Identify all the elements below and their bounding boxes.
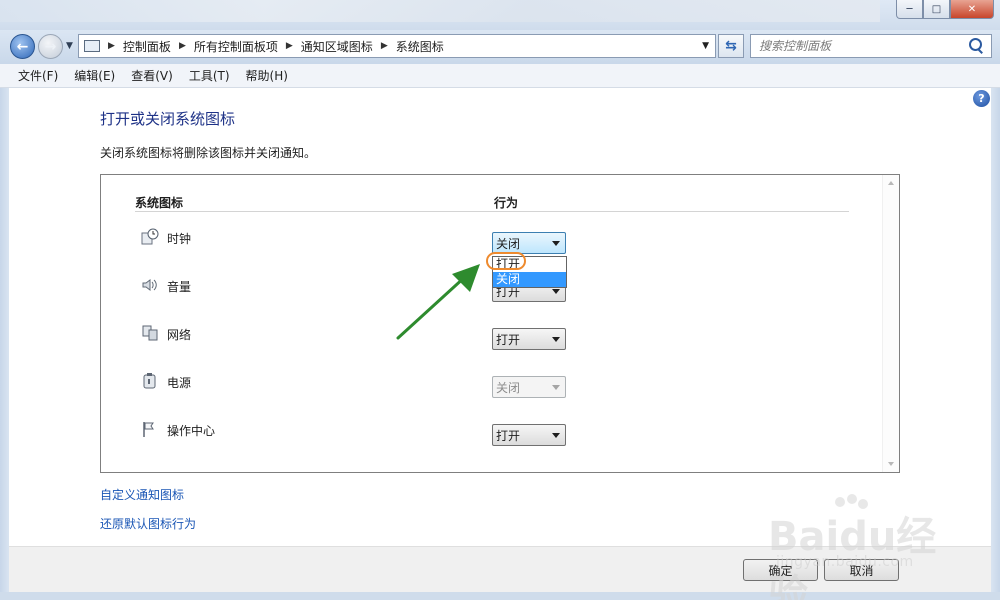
action-center-behavior-value: 打开 [496,428,521,443]
content-area: ? 打开或关闭系统图标 关闭系统图标将删除该图标并关闭通知。 系统图标 行为 时… [9,88,991,546]
search-box[interactable] [750,34,992,58]
chevron-right-icon[interactable]: ▶ [108,41,115,51]
power-behavior-value: 关闭 [496,380,521,395]
window-frame-right [991,88,1000,600]
dropdown-option-off[interactable]: 关闭 [493,272,566,287]
back-arrow-icon: ← [16,38,29,55]
action-center-behavior-select[interactable]: 打开 [492,424,566,446]
chevron-right-icon[interactable]: ▶ [381,41,388,51]
forward-button[interactable]: → [38,34,63,59]
forward-arrow-icon: → [44,38,57,55]
page-title: 打开或关闭系统图标 [100,110,236,128]
recent-pages-dropdown-icon[interactable]: ▼ [66,41,73,51]
help-icon[interactable]: ? [973,90,990,107]
clock-behavior-value: 关闭 [496,236,521,251]
chevron-down-icon [552,433,560,438]
row-label-volume: 音量 [167,280,192,294]
window-controls: ─ □ ✕ [896,0,994,20]
window-frame-left [0,88,9,600]
scroll-up-icon[interactable] [888,181,894,185]
row-label-power: 电源 [167,376,192,390]
system-icons-list: 系统图标 行为 时钟 关闭 音量 打开 网络 打开 电源 关闭 操作中心 打开 … [100,174,900,473]
annotation-highlight-ring [486,252,526,270]
chevron-right-icon[interactable]: ▶ [179,41,186,51]
network-icon [141,324,159,342]
clock-icon [141,228,159,246]
chevron-right-icon[interactable]: ▶ [286,41,293,51]
breadcrumb-control-panel[interactable]: 控制面板 [123,38,171,55]
watermark-url: jingyan.baidu.com [776,554,914,570]
breadcrumb-system-icons[interactable]: 系统图标 [396,38,444,55]
minimize-button[interactable]: ─ [896,0,923,19]
breadcrumb-all-items[interactable]: 所有控制面板项 [194,38,278,55]
title-bar: ─ □ ✕ [0,0,1000,30]
chevron-down-icon [552,337,560,342]
column-header-behavior: 行为 [494,196,519,210]
clock-behavior-select[interactable]: 关闭 [492,232,566,254]
address-dropdown-icon[interactable]: ▼ [702,41,709,51]
restore-default-behavior-link[interactable]: 还原默认图标行为 [100,515,196,532]
control-panel-icon [84,40,100,52]
maximize-button[interactable]: □ [923,0,950,19]
flag-icon [141,420,159,438]
baidu-jingyan-watermark: Baidu经验 jingyan.baidu.com [768,494,948,600]
vertical-scrollbar[interactable] [882,175,899,472]
menu-help[interactable]: 帮助(H) [238,67,296,84]
chevron-down-icon [552,241,560,246]
menu-edit[interactable]: 编辑(E) [66,67,123,84]
scroll-down-icon[interactable] [888,462,894,466]
row-label-clock: 时钟 [167,232,192,246]
navigation-bar: ← → ▼ ▶ 控制面板 ▶ 所有控制面板项 ▶ 通知区域图标 ▶ 系统图标 ▼… [0,30,1000,64]
close-button[interactable]: ✕ [950,0,994,19]
address-bar[interactable]: ▶ 控制面板 ▶ 所有控制面板项 ▶ 通知区域图标 ▶ 系统图标 ▼ [78,34,716,58]
watermark-logo-text: Baidu经验 [768,514,937,600]
volume-icon [141,276,159,294]
network-behavior-value: 打开 [496,332,521,347]
chevron-down-icon [552,289,560,294]
search-input[interactable] [751,36,967,56]
network-behavior-select[interactable]: 打开 [492,328,566,350]
menu-view[interactable]: 查看(V) [123,67,181,84]
menu-tools[interactable]: 工具(T) [181,67,238,84]
breadcrumb-notification-icons[interactable]: 通知区域图标 [301,38,373,55]
chevron-down-icon [552,385,560,390]
refresh-icon: ⇆ [725,38,737,54]
header-divider [135,211,849,212]
taskbar-blur [0,0,880,22]
page-description: 关闭系统图标将删除该图标并关闭通知。 [100,146,317,160]
menu-bar: 文件(F) 编辑(E) 查看(V) 工具(T) 帮助(H) [0,64,1000,88]
column-header-icon: 系统图标 [135,196,184,210]
row-label-network: 网络 [167,328,192,342]
power-behavior-select: 关闭 [492,376,566,398]
customize-notification-icons-link[interactable]: 自定义通知图标 [100,486,184,503]
search-icon[interactable] [967,37,985,55]
row-label-action-center: 操作中心 [167,424,216,438]
menu-file[interactable]: 文件(F) [10,67,66,84]
refresh-button[interactable]: ⇆ [718,34,744,58]
power-icon [141,372,159,390]
back-button[interactable]: ← [10,34,35,59]
